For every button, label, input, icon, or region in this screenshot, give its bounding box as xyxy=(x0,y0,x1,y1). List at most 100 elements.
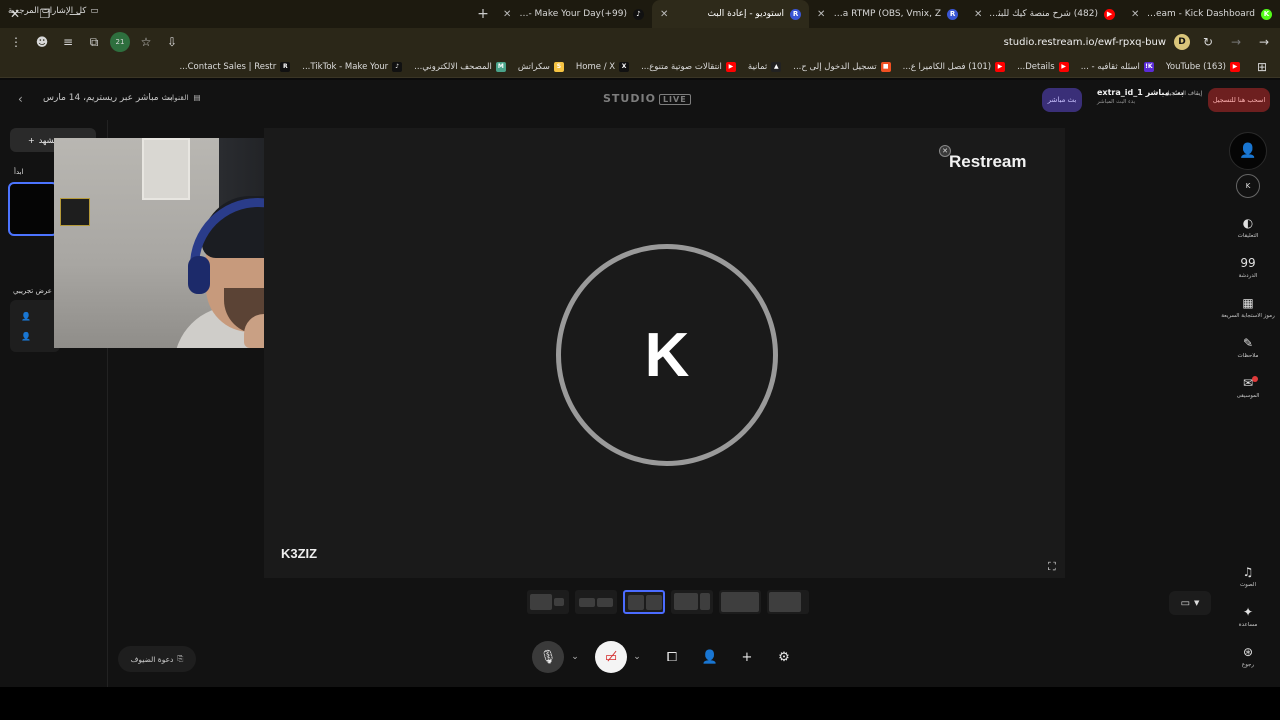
music-icon: ♫ xyxy=(1242,565,1254,579)
layout-option-5[interactable] xyxy=(719,590,761,614)
calendar-icon: ▤ xyxy=(193,93,201,102)
invite-label: دعوة الضيوف xyxy=(130,654,174,664)
settings-button[interactable]: ⚙ xyxy=(768,641,800,673)
palette-icon: ◐ xyxy=(1242,216,1254,230)
camera-off-icon: ▭̸ xyxy=(604,649,618,665)
bookmark-favicon-icon: R xyxy=(280,61,291,72)
tab-title: Stream - Kick Dashboard xyxy=(1145,9,1255,19)
bookmark-item[interactable]: R Contact Sales | Restr... xyxy=(179,61,291,72)
fullscreen-icon[interactable]: ⛶ xyxy=(1048,560,1056,574)
participant-k-avatar[interactable]: K xyxy=(1236,174,1260,198)
rail-item-qr[interactable]: ▦ رموز الاستجابة السريعة xyxy=(1216,296,1280,319)
destinations-label: القنوات xyxy=(165,93,189,102)
camera-options-chevron[interactable]: ⌄ xyxy=(630,641,644,673)
bookmark-item[interactable]: ♪ TikTok - Make Your... xyxy=(302,61,403,72)
rail-item-chat[interactable]: ✉ الموسيقى xyxy=(1216,376,1280,399)
layout-option-6[interactable] xyxy=(767,590,809,614)
browser-tab[interactable]: K Stream - Kick Dashboard ✕ xyxy=(1123,0,1280,28)
menu-icon[interactable]: ⋮ xyxy=(6,32,26,52)
back-chevron-icon[interactable]: ‹ xyxy=(18,92,23,106)
rail-item-notes[interactable]: ✎ ملاحظات xyxy=(1216,336,1280,359)
browser-tab[interactable]: ♪ (99+)TikTok - Make Your Day ✕ xyxy=(495,0,652,28)
layout-option-2[interactable] xyxy=(575,590,617,614)
brush-icon: ✦ xyxy=(1242,605,1254,619)
stream-canvas[interactable]: ✕ Restream K K3ZIZ ⛶ xyxy=(264,128,1065,578)
help-icon: ⊛ xyxy=(1242,645,1254,659)
all-bookmarks[interactable]: ▭ كل الإشارات المرجعية xyxy=(8,0,98,22)
extension-badge-icon[interactable]: 21 xyxy=(110,32,130,52)
new-tab-icon[interactable]: + xyxy=(471,6,495,22)
rail-item-help[interactable]: ⊛ رجوع xyxy=(1216,645,1280,668)
scene-thumbnail-trial[interactable]: 👤 👤 xyxy=(10,300,60,352)
share-screen-button[interactable]: ⧠ xyxy=(656,641,688,673)
reload-icon[interactable]: ↻ xyxy=(1198,32,1218,52)
forward-icon[interactable]: → xyxy=(1226,32,1246,52)
cam-wall-frame xyxy=(142,138,190,200)
url-field[interactable]: studio.restream.io/ewf-rpxq-buw xyxy=(1004,37,1166,48)
bookmark-item[interactable]: X Home / X xyxy=(576,61,630,72)
extensions-icon[interactable]: ⧉ xyxy=(84,32,104,52)
rail-item-music[interactable]: ♫ الصوت xyxy=(1216,565,1280,588)
microphone-button[interactable]: 🎙 xyxy=(532,641,564,673)
close-tab-icon[interactable]: ✕ xyxy=(817,9,825,20)
stream-title[interactable]: بث مباشر عبر ريستريم، 14 مارس xyxy=(43,93,173,103)
go-live-button[interactable]: بث مباشر xyxy=(1042,88,1082,112)
bookmark-item[interactable]: ▶ Details... xyxy=(1017,61,1069,72)
bookmark-item[interactable]: S سكراتش xyxy=(517,61,564,72)
participant-avatar: K xyxy=(556,244,778,466)
plus-icon: + xyxy=(741,649,753,665)
gear-icon: ⚙ xyxy=(778,649,790,665)
bookmark-favicon-icon: ▶ xyxy=(725,61,736,72)
toolbar-left: ⋮ ☻ ≡ ⧉ 21 ☆ ⇩ xyxy=(6,28,182,56)
bookmark-star-icon[interactable]: ☆ xyxy=(136,32,156,52)
profile-badge-icon[interactable]: D xyxy=(1174,34,1190,50)
layout-option-4[interactable] xyxy=(671,590,713,614)
invite-guests-button[interactable]: دعوة الضيوف ⎘ xyxy=(118,646,196,672)
scene-label-start: ابدأ xyxy=(14,168,24,176)
close-tab-icon[interactable]: ✕ xyxy=(1131,9,1139,20)
profile-avatar-icon[interactable]: ☻ xyxy=(32,32,52,52)
add-guest-button[interactable]: 👤 xyxy=(694,641,726,673)
bookmark-item[interactable]: ▶ انتقالات صوتية متنوع... xyxy=(641,61,736,72)
rail-item-brush[interactable]: ✦ مساعدة xyxy=(1216,605,1280,628)
rail-item-palette[interactable]: ◐ التعليقات xyxy=(1216,216,1280,239)
scene-thumbnail-active[interactable] xyxy=(8,182,58,236)
rail-item-quote[interactable]: 99 الدردشة xyxy=(1216,256,1280,279)
media-control-icon[interactable]: ≡ xyxy=(58,32,78,52)
add-participant-button[interactable]: 👤 xyxy=(1229,132,1267,170)
close-tab-icon[interactable]: ✕ xyxy=(503,9,511,20)
bookmark-item[interactable]: ▶ (101) فصل الكاميرا ع... xyxy=(902,61,1006,72)
rail-item-label: الدردشة xyxy=(1238,273,1258,279)
bookmark-item[interactable]: ▲ ثمانية xyxy=(748,61,782,72)
bookmark-favicon-icon: ■ xyxy=(880,61,891,72)
bookmark-label: (101) فصل الكاميرا ع... xyxy=(902,61,992,72)
bookmark-label: سكراتش xyxy=(517,61,550,72)
bookmarks-bar: ⊞ ▶ (163) YouTube K! اسئله ثقافيه - ... ▶ Det… xyxy=(0,56,1280,78)
bookmark-item[interactable]: ■ تسجيل الدخول إلى ح... xyxy=(793,61,891,72)
plus-icon: + xyxy=(28,135,35,145)
camera-off-button[interactable]: ▭̸ xyxy=(595,641,627,673)
bookmark-item[interactable]: K! اسئله ثقافيه - ... xyxy=(1081,61,1154,72)
layout-option-1[interactable] xyxy=(527,590,569,614)
close-tab-icon[interactable]: ✕ xyxy=(660,9,668,20)
display-mode-picker[interactable]: ▭ ▼ xyxy=(1169,591,1211,615)
browser-tab[interactable]: R استوديو - إعادة البث ✕ xyxy=(652,0,809,28)
layout-option-3[interactable] xyxy=(623,590,665,614)
microphone-icon: 🎙 xyxy=(539,649,557,665)
record-button[interactable]: اسحب هنا للتسجيل xyxy=(1208,88,1270,112)
participant-k-letter: K xyxy=(1245,182,1251,190)
notes-icon: ✎ xyxy=(1242,336,1254,350)
install-app-icon[interactable]: ⇩ xyxy=(162,32,182,52)
bookmark-label: انتقالات صوتية متنوع... xyxy=(641,61,722,72)
close-tab-icon[interactable]: ✕ xyxy=(974,9,982,20)
add-source-button[interactable]: + xyxy=(731,641,763,673)
destinations-button[interactable]: القنوات ▤ xyxy=(165,93,201,102)
apps-grid-icon[interactable]: ⊞ xyxy=(1252,57,1272,77)
browser-tab[interactable]: R Stream via RTMP (OBS, Vmix, Z... ✕ xyxy=(809,0,966,28)
bookmark-item[interactable]: ▶ (163) YouTube xyxy=(1166,61,1240,72)
back-icon[interactable]: → xyxy=(1254,32,1274,52)
stop-recording-link[interactable]: إيقاف التسجيل xyxy=(1165,90,1202,97)
bookmark-item[interactable]: M المصحف الالكتروني... xyxy=(414,61,506,72)
browser-tab[interactable]: ▶ (482) شرح منصة كيك للبثوث الم... ✕ xyxy=(966,0,1123,28)
mic-options-chevron[interactable]: ⌄ xyxy=(568,641,582,673)
